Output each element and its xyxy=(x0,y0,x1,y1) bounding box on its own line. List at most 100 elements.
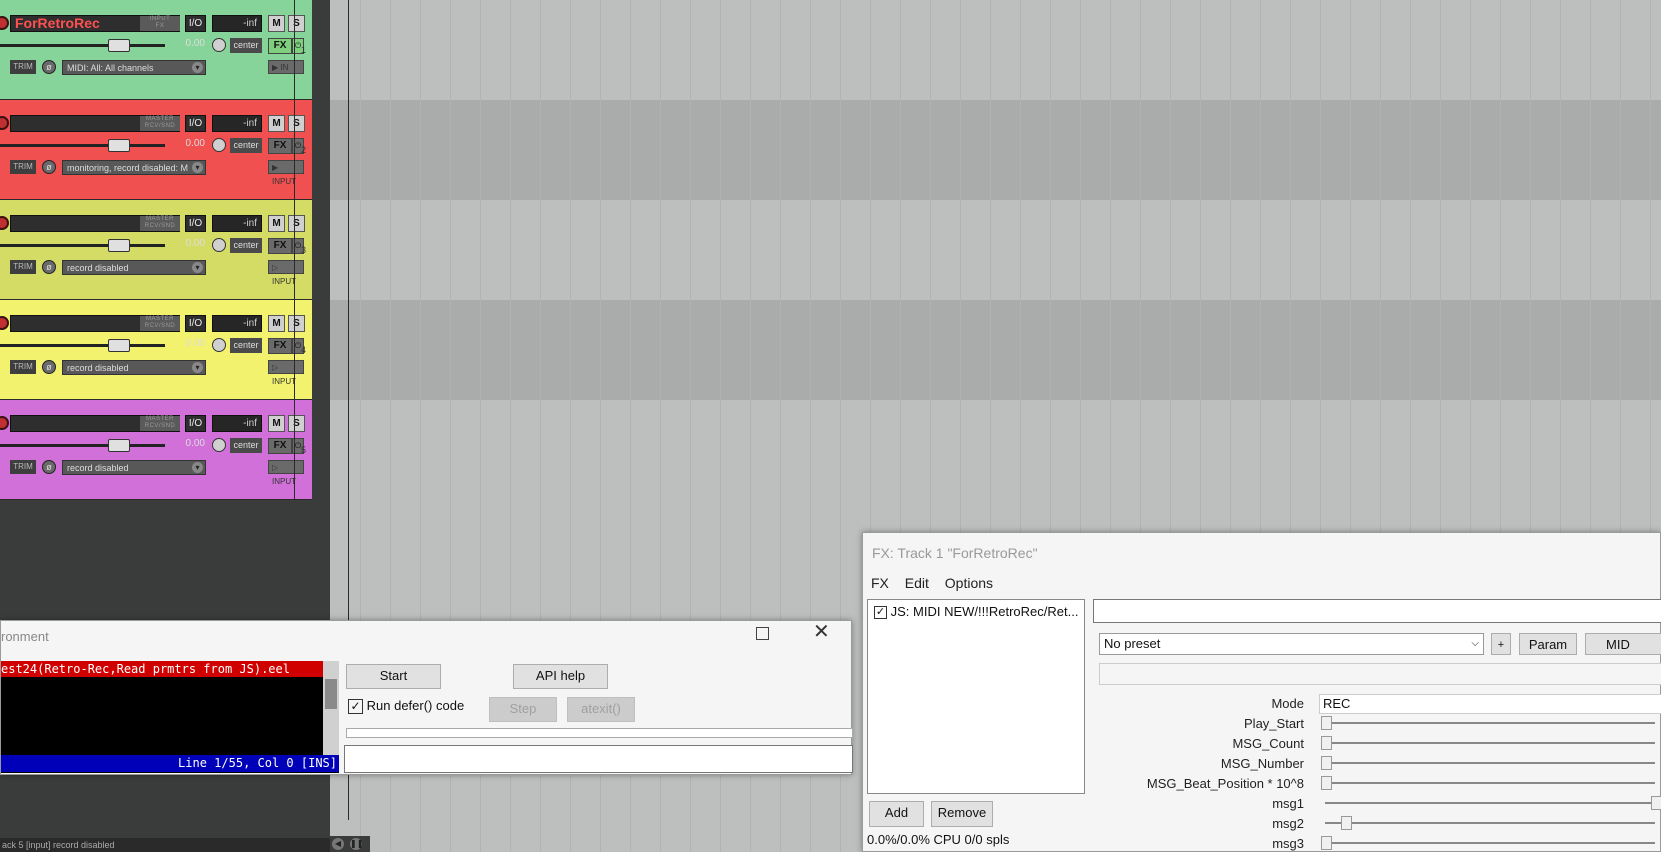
track-4[interactable]: MASTER RCV/SND I/O -inf M S 0.00 center F… xyxy=(0,300,312,400)
trim-button[interactable]: TRIM xyxy=(10,460,36,474)
remove-fx-button[interactable]: Remove xyxy=(931,801,993,827)
mute-button[interactable]: M xyxy=(268,315,285,332)
param-slider[interactable] xyxy=(1319,836,1661,850)
param-slider[interactable] xyxy=(1319,816,1661,830)
track-5[interactable]: MASTER RCV/SND I/O -inf M S 0.00 center F… xyxy=(0,400,312,500)
pan-knob-icon[interactable] xyxy=(212,138,226,152)
reascript-ide-window[interactable]: ronment ✕ est24(Retro-Rec,Read prmtrs fr… xyxy=(0,620,853,775)
input-selector[interactable]: record disabled ▾ xyxy=(62,460,206,475)
slider-thumb[interactable] xyxy=(1321,776,1332,790)
input-selector[interactable]: record disabled ▾ xyxy=(62,260,206,275)
step-button[interactable]: Step xyxy=(489,697,557,722)
slider-thumb[interactable] xyxy=(1340,816,1352,830)
phase-invert-icon[interactable]: ø xyxy=(42,460,56,474)
slider-thumb[interactable] xyxy=(1321,836,1332,850)
fx-button[interactable]: FX xyxy=(268,138,292,154)
fx-chain-list[interactable]: ✓ JS: MIDI NEW/!!!RetroRec/Ret... xyxy=(867,599,1085,794)
scroll-controls[interactable]: ◀ ❚❚ xyxy=(330,836,370,852)
volume-fader[interactable] xyxy=(0,344,165,347)
add-fx-button[interactable]: Add xyxy=(869,801,924,827)
input-selector[interactable]: MIDI: All: All channels ▾ xyxy=(62,60,206,75)
trim-button[interactable]: TRIM xyxy=(10,160,36,174)
fx-name-field[interactable] xyxy=(1093,599,1661,623)
track-lane[interactable] xyxy=(330,300,1661,400)
atexit-button[interactable]: atexit() xyxy=(567,697,635,722)
io-button[interactable]: I/O xyxy=(185,215,206,232)
checkbox-checked-icon[interactable]: ✓ xyxy=(348,699,363,715)
param-slider[interactable] xyxy=(1319,796,1661,810)
editor-scrollbar[interactable] xyxy=(323,661,339,755)
close-icon[interactable]: ✕ xyxy=(813,621,830,643)
track-3[interactable]: MASTER RCV/SND I/O -inf M S 0.00 center F… xyxy=(0,200,312,300)
track-lane[interactable] xyxy=(330,200,1661,300)
io-button[interactable]: I/O xyxy=(185,315,206,332)
pan-knob-icon[interactable] xyxy=(212,438,226,452)
scroll-left-icon[interactable]: ◀ xyxy=(332,838,344,850)
volume-fader[interactable] xyxy=(0,144,165,147)
slider-thumb[interactable] xyxy=(1321,736,1332,750)
track-lane[interactable] xyxy=(330,100,1661,200)
io-button[interactable]: I/O xyxy=(185,415,206,432)
volume-fader-handle[interactable] xyxy=(108,339,130,352)
add-preset-button[interactable]: + xyxy=(1491,633,1511,655)
phase-invert-icon[interactable]: ø xyxy=(42,260,56,274)
track-lane[interactable] xyxy=(330,0,1661,100)
record-arm-button[interactable] xyxy=(0,216,9,230)
fx-button[interactable]: FX xyxy=(268,238,292,254)
midi-button[interactable]: MID xyxy=(1585,633,1661,655)
param-button[interactable]: Param xyxy=(1519,633,1577,655)
fx-chain-item[interactable]: ✓ JS: MIDI NEW/!!!RetroRec/Ret... xyxy=(874,604,1078,620)
pan-knob-icon[interactable] xyxy=(212,38,226,52)
trim-button[interactable]: TRIM xyxy=(10,60,36,74)
param-slider[interactable] xyxy=(1319,716,1661,730)
expression-input[interactable] xyxy=(344,745,853,773)
fx-button[interactable]: FX xyxy=(268,38,292,54)
menu-edit[interactable]: Edit xyxy=(905,575,929,591)
menu-fx[interactable]: FX xyxy=(871,575,889,591)
volume-fader[interactable] xyxy=(0,244,165,247)
volume-fader-handle[interactable] xyxy=(108,439,130,452)
pan-knob-icon[interactable] xyxy=(212,338,226,352)
io-button[interactable]: I/O xyxy=(185,115,206,132)
trim-button[interactable]: TRIM xyxy=(10,360,36,374)
param-slider[interactable] xyxy=(1319,756,1661,770)
param-mode-value[interactable]: REC xyxy=(1319,694,1661,714)
input-selector[interactable]: monitoring, record disabled: M ▾ xyxy=(62,160,206,175)
mute-button[interactable]: M xyxy=(268,115,285,132)
fx-button[interactable]: FX xyxy=(268,438,292,454)
track-lane[interactable] xyxy=(330,400,1661,500)
record-arm-button[interactable] xyxy=(0,16,9,30)
mute-button[interactable]: M xyxy=(268,15,285,32)
volume-fader-handle[interactable] xyxy=(108,239,130,252)
maximize-icon[interactable] xyxy=(756,627,769,640)
param-slider[interactable] xyxy=(1319,776,1661,790)
volume-fader[interactable] xyxy=(0,44,165,47)
run-defer-checkbox[interactable]: ✓ Run defer() code xyxy=(348,697,464,715)
pause-icon[interactable]: ❚❚ xyxy=(350,838,363,850)
param-slider[interactable] xyxy=(1319,736,1661,750)
slider-thumb[interactable] xyxy=(1651,796,1661,810)
record-arm-button[interactable] xyxy=(0,416,9,430)
mute-button[interactable]: M xyxy=(268,415,285,432)
track-1[interactable]: ForRetroRec INPUT FX I/O -inf M S 0.00 ce… xyxy=(0,0,312,100)
volume-fader-handle[interactable] xyxy=(108,39,130,52)
phase-invert-icon[interactable]: ø xyxy=(42,160,56,174)
slider-thumb[interactable] xyxy=(1321,716,1332,730)
mute-button[interactable]: M xyxy=(268,215,285,232)
watch-list[interactable] xyxy=(346,728,853,738)
record-arm-button[interactable] xyxy=(0,316,9,330)
phase-invert-icon[interactable]: ø xyxy=(42,360,56,374)
preset-dropdown[interactable]: No preset ⌵ xyxy=(1099,633,1484,655)
record-arm-button[interactable] xyxy=(0,116,9,130)
fx-window[interactable]: FX: Track 1 "ForRetroRec" FX Edit Option… xyxy=(862,532,1661,852)
fx-enabled-checkbox[interactable]: ✓ xyxy=(874,606,887,620)
start-button[interactable]: Start xyxy=(346,664,441,689)
volume-fader-handle[interactable] xyxy=(108,139,130,152)
fx-button[interactable]: FX xyxy=(268,338,292,354)
trim-button[interactable]: TRIM xyxy=(10,260,36,274)
input-selector[interactable]: record disabled ▾ xyxy=(62,360,206,375)
phase-invert-icon[interactable]: ø xyxy=(42,60,56,74)
slider-thumb[interactable] xyxy=(1321,756,1332,770)
editor-panel[interactable]: est24(Retro-Rec,Read prmtrs from JS).eel… xyxy=(1,661,339,773)
menu-options[interactable]: Options xyxy=(945,575,993,591)
